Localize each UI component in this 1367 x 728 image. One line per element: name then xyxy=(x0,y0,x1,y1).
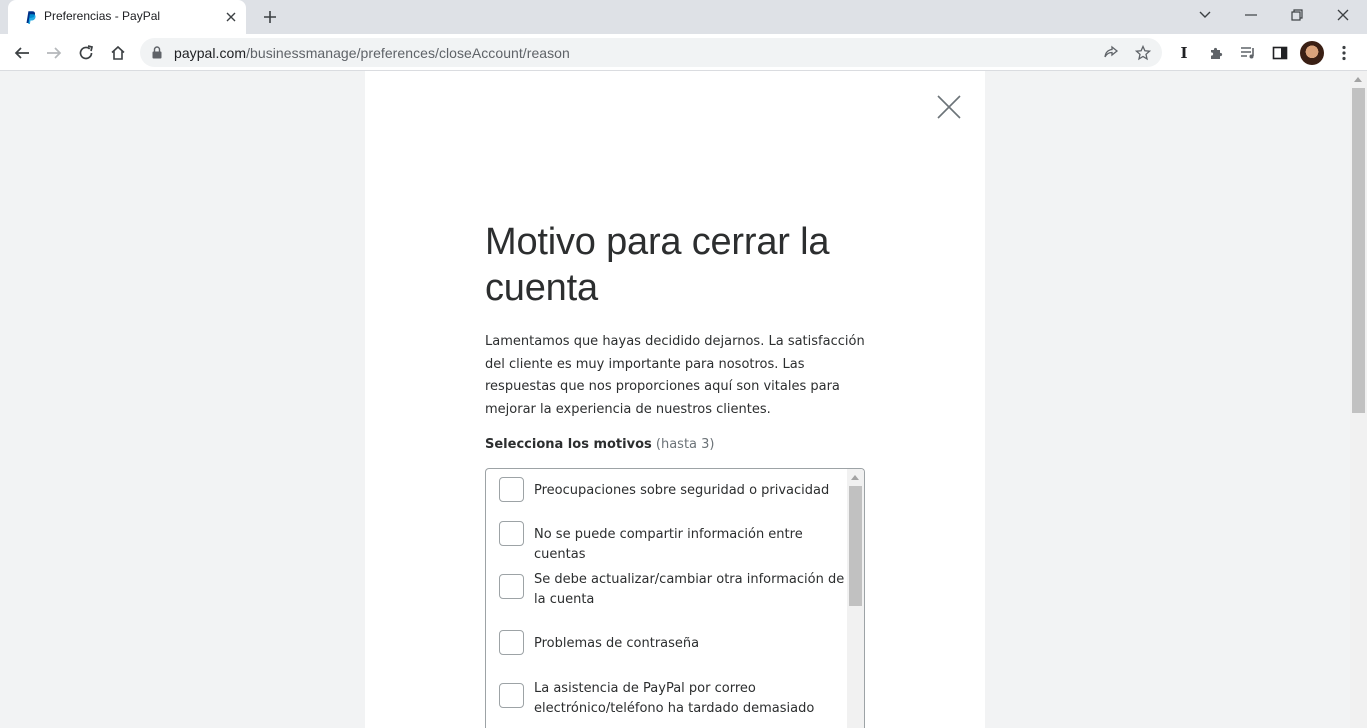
reason-checkbox[interactable] xyxy=(499,521,524,546)
close-icon[interactable] xyxy=(936,94,962,120)
scroll-up-arrow-icon[interactable] xyxy=(851,475,859,480)
forward-arrow-icon[interactable] xyxy=(40,39,68,67)
restore-icon[interactable] xyxy=(1274,0,1320,30)
reason-label: Se debe actualizar/cambiar otra informac… xyxy=(534,572,845,607)
reasons-label: Selecciona los motivos (hasta 3) xyxy=(485,437,714,452)
tab-search-chevron-icon[interactable] xyxy=(1182,0,1228,30)
extension-label: I xyxy=(1180,44,1188,62)
reason-checkbox[interactable] xyxy=(499,630,524,655)
page-description: Lamentamos que hayas decidido dejarnos. … xyxy=(485,334,865,417)
home-icon[interactable] xyxy=(104,39,132,67)
reasons-list[interactable]: Preocupaciones sobre seguridad o privaci… xyxy=(485,468,865,728)
tab-close-icon[interactable] xyxy=(222,8,240,26)
reload-icon[interactable] xyxy=(72,39,100,67)
page-scrollbar[interactable] xyxy=(1350,71,1367,728)
media-control-icon[interactable] xyxy=(1236,41,1260,65)
paypal-logo-icon xyxy=(26,11,36,24)
lock-icon xyxy=(152,46,162,59)
text-cursor-extension-icon[interactable]: I xyxy=(1172,41,1196,65)
new-tab-icon[interactable] xyxy=(258,6,282,28)
reason-label: Problemas de contraseña xyxy=(534,636,700,651)
tab-title: Preferencias - PayPal xyxy=(44,9,161,23)
page-scroll-up-arrow-icon[interactable] xyxy=(1354,77,1362,82)
window-close-icon[interactable] xyxy=(1320,0,1366,30)
extensions-puzzle-icon[interactable] xyxy=(1204,41,1228,65)
browser-toolbar: paypal.com/businessmanage/preferences/cl… xyxy=(0,34,1367,71)
url-host: paypal.com xyxy=(174,45,247,61)
back-arrow-icon[interactable] xyxy=(8,39,36,67)
profile-avatar[interactable] xyxy=(1300,41,1324,65)
page-title: Motivo para cerrar la cuenta xyxy=(485,221,830,309)
reasons-limit-hint: (hasta 3) xyxy=(655,437,715,452)
address-bar[interactable]: paypal.com/businessmanage/preferences/cl… xyxy=(140,38,1162,67)
browser-tab[interactable]: Preferencias - PayPal xyxy=(8,0,246,34)
reason-label: Preocupaciones sobre seguridad o privaci… xyxy=(534,483,830,498)
side-panel-icon[interactable] xyxy=(1268,41,1292,65)
reason-checkbox[interactable] xyxy=(499,574,524,599)
bookmark-star-icon[interactable] xyxy=(1133,43,1153,63)
reasons-scrollbar-thumb[interactable] xyxy=(849,486,862,606)
browser-tab-strip: Preferencias - PayPal xyxy=(0,0,1367,34)
url-path: /businessmanage/preferences/closeAccount… xyxy=(246,45,570,61)
reasons-scrollbar[interactable] xyxy=(847,469,864,728)
reason-checkbox[interactable] xyxy=(499,477,524,502)
reason-label: No se puede compartir información entre … xyxy=(534,527,803,562)
reason-label: La asistencia de PayPal por correo elect… xyxy=(534,681,815,716)
reasons-label-text: Selecciona los motivos xyxy=(485,437,652,452)
reason-checkbox[interactable] xyxy=(499,683,524,708)
page-scrollbar-thumb[interactable] xyxy=(1352,88,1365,413)
minimize-icon[interactable] xyxy=(1228,0,1274,30)
share-icon[interactable] xyxy=(1101,43,1121,63)
url-text: paypal.com/businessmanage/preferences/cl… xyxy=(174,45,570,61)
kebab-menu-icon[interactable] xyxy=(1332,41,1356,65)
